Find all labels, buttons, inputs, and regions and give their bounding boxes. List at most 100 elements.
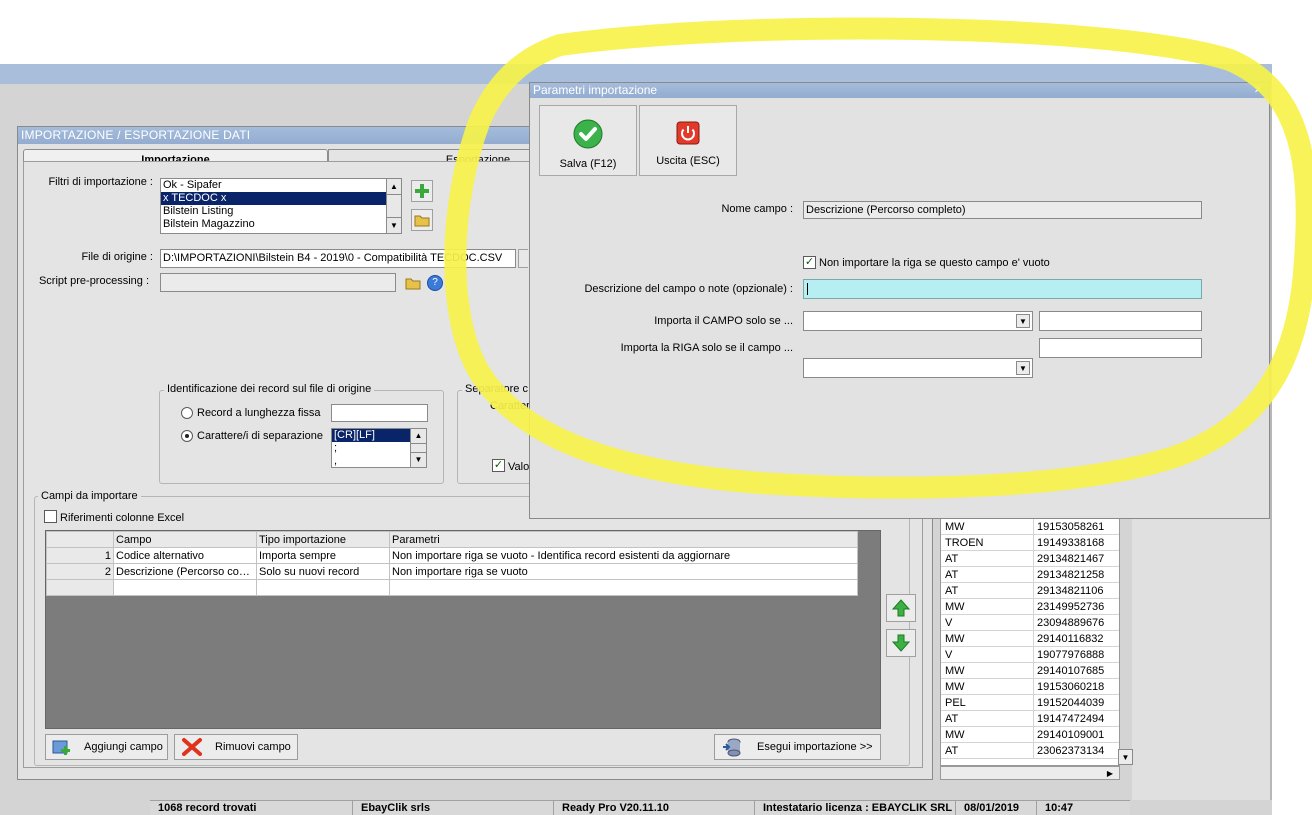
folder-icon <box>405 278 421 290</box>
filters-scrollbar[interactable]: ▲ ▼ <box>386 178 402 234</box>
list-item-code: 29140107685 <box>1037 665 1105 677</box>
list-item-code: 19147472494 <box>1037 713 1105 725</box>
list-item[interactable]: AT 29134821106 <box>941 583 1119 599</box>
cell-empty[interactable] <box>113 579 257 596</box>
list-item-code: 29134821106 <box>1037 585 1104 597</box>
scroll-down-icon[interactable]: ▼ <box>411 452 426 467</box>
list-item-code: 19077976888 <box>1037 649 1105 661</box>
exit-button[interactable]: Uscita (ESC) <box>639 105 737 176</box>
list-item[interactable]: AT 23062373134 <box>941 743 1119 759</box>
cell-campo[interactable]: Codice alternativo <box>113 547 257 564</box>
list-item[interactable]: MW 29140116832 <box>941 631 1119 647</box>
table-row-empty[interactable] <box>46 579 858 596</box>
add-filter-button[interactable] <box>411 180 433 202</box>
help-icon[interactable]: ? <box>427 275 443 291</box>
fields-grid[interactable]: Campo Tipo importazione Parametri 1 Codi… <box>45 530 881 729</box>
excel-refs-checkbox[interactable] <box>44 510 57 526</box>
browse-file-button[interactable] <box>518 249 528 268</box>
add-field-icon <box>52 740 70 755</box>
import-row-if-value[interactable] <box>1039 338 1202 358</box>
import-field-if-select[interactable]: ▼ <box>803 311 1033 331</box>
field-name-value: Descrizione (Percorso completo) <box>803 201 1202 219</box>
list-item-code: 29140109001 <box>1037 729 1105 741</box>
close-icon[interactable]: ✕ <box>1254 83 1263 98</box>
move-up-button[interactable] <box>886 594 916 622</box>
move-down-button[interactable] <box>886 629 916 657</box>
separator-option-selected[interactable]: [CR][LF] <box>332 429 412 442</box>
skip-empty-checkbox[interactable]: ✓ <box>803 256 816 269</box>
valo-label: Valo <box>508 461 530 473</box>
script-folder-button[interactable] <box>404 274 422 292</box>
list-item-code: 23094889676 <box>1037 617 1105 629</box>
filters-list[interactable]: Ok - Sipafer x TECDOC x Bilstein Listing… <box>160 178 390 234</box>
list-item[interactable]: TROEN 19149338168 <box>941 535 1119 551</box>
import-field-if-value[interactable] <box>1039 311 1202 331</box>
records-list-scroll-down[interactable]: ▼ <box>1118 749 1133 765</box>
cell-campo[interactable]: Descrizione (Percorso com… <box>113 563 257 580</box>
list-item[interactable]: MW 19153060218 <box>941 679 1119 695</box>
skip-empty-label: Non importare la riga se questo campo e'… <box>819 257 1050 269</box>
cell-tipo[interactable]: Solo su nuovi record <box>256 563 390 580</box>
list-item[interactable]: V 23094889676 <box>941 615 1119 631</box>
list-item[interactable]: PEL 19152044039 <box>941 695 1119 711</box>
filter-item-selected[interactable]: x TECDOC x <box>161 192 389 205</box>
table-row[interactable]: 1 Codice alternativo Importa sempre Non … <box>46 547 858 564</box>
open-filter-button[interactable] <box>411 209 433 231</box>
record-length-input[interactable] <box>331 404 428 422</box>
remove-field-button[interactable]: Rimuovi campo <box>174 734 298 760</box>
add-field-button[interactable]: Aggiungi campo <box>45 734 168 760</box>
list-item[interactable]: MW 23149952736 <box>941 599 1119 615</box>
import-row-if-label: Importa la RIGA solo se il campo ... <box>620 342 793 354</box>
list-item[interactable]: AT 29134821258 <box>941 567 1119 583</box>
run-import-button[interactable]: Esegui importazione >> <box>714 734 881 760</box>
scroll-up-icon[interactable]: ▲ <box>387 179 401 195</box>
list-item[interactable]: MW 19153058261 <box>941 519 1119 535</box>
separator-list[interactable]: [CR][LF] ; , <box>331 428 413 468</box>
grid-header-campo[interactable]: Campo <box>113 531 257 548</box>
list-item[interactable]: AT 19147472494 <box>941 711 1119 727</box>
notes-label: Descrizione del campo o note (opzionale)… <box>584 283 793 295</box>
import-row-if-select[interactable]: ▼ <box>803 358 1033 378</box>
chevron-down-icon[interactable]: ▼ <box>1016 361 1030 375</box>
separator-scrollbar[interactable]: ▲ ▼ <box>410 428 427 468</box>
separator-option[interactable]: ; <box>332 442 412 455</box>
list-item-code: 29140116832 <box>1037 633 1104 645</box>
separator-option[interactable]: , <box>332 455 412 467</box>
list-item[interactable]: AT 29134821467 <box>941 551 1119 567</box>
list-item[interactable]: MW 29140109001 <box>941 727 1119 743</box>
cell-empty[interactable] <box>256 579 390 596</box>
row-number: 1 <box>46 547 114 564</box>
cell-parametri[interactable]: Non importare riga se vuoto - Identifica… <box>389 547 858 564</box>
grid-header-tipo[interactable]: Tipo importazione <box>256 531 390 548</box>
separator-chars-radio[interactable] <box>181 430 193 445</box>
list-item-brand: MW <box>941 631 1034 646</box>
filter-item[interactable]: Ok - Sipafer <box>161 179 389 192</box>
records-list[interactable]: MW 19153058261 TROEN 19149338168 AT 291348214… <box>940 518 1120 766</box>
valo-checkbox[interactable]: ✓ <box>492 459 505 472</box>
scroll-down-icon[interactable]: ▼ <box>387 217 401 233</box>
fixed-length-radio[interactable] <box>181 407 193 422</box>
list-item-code: 19149338168 <box>1037 537 1105 549</box>
hscroll-right-icon[interactable]: ▶ <box>1103 767 1117 779</box>
save-button[interactable]: Salva (F12) <box>539 105 637 176</box>
excel-refs-label: Riferimenti colonne Excel <box>60 512 185 524</box>
filter-item[interactable]: Bilstein Listing <box>161 205 389 218</box>
grid-header-parametri[interactable]: Parametri <box>389 531 858 548</box>
notes-input[interactable] <box>803 279 1202 299</box>
list-item-brand: AT <box>941 711 1034 726</box>
records-list-hscroll[interactable]: ▶ <box>940 766 1120 780</box>
fixed-length-label: Record a lunghezza fissa <box>197 407 321 419</box>
status-bar: 1068 record trovati EbayClik srls Ready … <box>150 800 1130 815</box>
scroll-up-icon[interactable]: ▲ <box>411 429 426 444</box>
chevron-down-icon[interactable]: ▼ <box>1016 314 1030 328</box>
list-item[interactable]: V 19077976888 <box>941 647 1119 663</box>
list-item-brand: MW <box>941 599 1034 614</box>
cell-empty[interactable] <box>389 579 858 596</box>
table-row[interactable]: 2 Descrizione (Percorso com… Solo su nuo… <box>46 563 858 580</box>
add-field-label: Aggiungi campo <box>84 741 163 753</box>
list-item[interactable]: MW 29140107685 <box>941 663 1119 679</box>
cell-tipo[interactable]: Importa sempre <box>256 547 390 564</box>
cell-parametri[interactable]: Non importare riga se vuoto <box>389 563 858 580</box>
filter-item[interactable]: Bilstein Magazzino <box>161 218 389 231</box>
source-file-input[interactable]: D:\IMPORTAZIONI\Bilstein B4 - 2019\0 - C… <box>160 249 516 268</box>
